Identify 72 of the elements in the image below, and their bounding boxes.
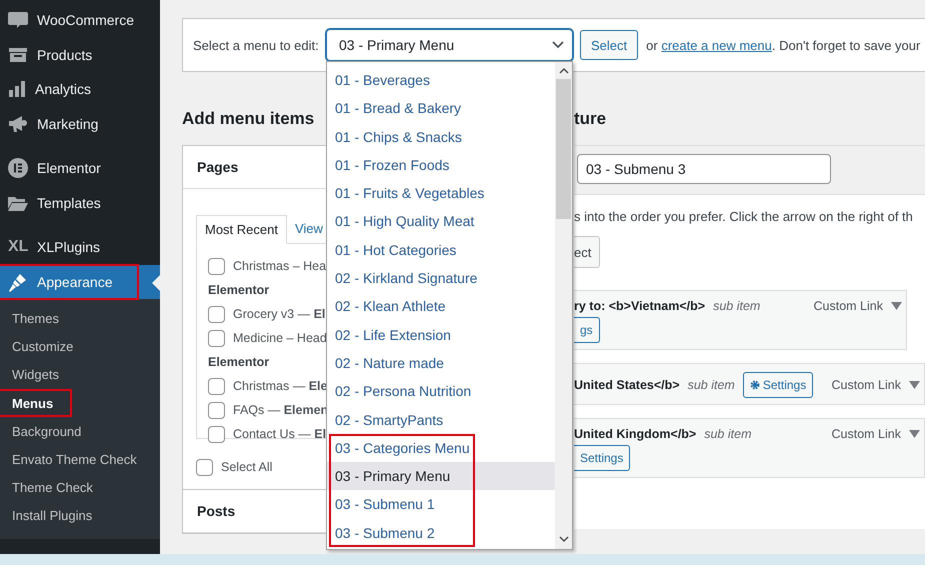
menu-item-title: ry to: <b>Vietnam</b> bbox=[574, 299, 706, 313]
item-type-label: Custom Link bbox=[814, 299, 883, 313]
tab[interactable]: View bbox=[286, 215, 327, 243]
section-heading: Add menu items bbox=[182, 109, 316, 129]
group-heading: Elementor bbox=[208, 282, 270, 299]
dropdown-option[interactable]: 01 - High Quality Meat bbox=[327, 207, 555, 236]
dropdown-option[interactable]: 01 - Hot Categories bbox=[327, 236, 555, 264]
menu-item-title: United Kingdom</b> bbox=[574, 427, 696, 441]
panel-title[interactable]: Pages bbox=[183, 146, 327, 189]
select-all-label: Select All bbox=[221, 460, 272, 474]
submenu-item[interactable]: Widgets bbox=[0, 361, 160, 390]
save-reminder-text: or create a new menu. Don't forget to save your bbox=[646, 38, 920, 52]
sidebar-item[interactable]: Appearance bbox=[0, 264, 160, 299]
menu-item-title: United States</b> bbox=[574, 378, 680, 392]
settings-button[interactable]: Settings bbox=[574, 445, 630, 471]
menu-item-card[interactable]: ry to: <b>Vietnam</b> sub item Custom Link gs bbox=[574, 290, 907, 350]
sidebar-item[interactable]: Templates bbox=[0, 186, 160, 220]
dropdown-option[interactable]: 02 - Persona Nutrition bbox=[327, 377, 555, 406]
item-level-label: sub item bbox=[713, 299, 760, 313]
sidebar-item[interactable]: Elementor bbox=[0, 151, 160, 186]
menu-item-card[interactable]: United States</b> sub item Settings Custom Link bbox=[574, 363, 925, 405]
dropdown-option[interactable]: 02 - SmartyPants bbox=[327, 406, 555, 434]
sidebar-item[interactable]: WooCommerce bbox=[0, 3, 160, 38]
sidebar-item[interactable]: Products bbox=[0, 38, 160, 72]
dropdown-option[interactable]: 01 - Bread & Bakery bbox=[327, 94, 555, 123]
panel-title[interactable]: Posts bbox=[183, 490, 327, 533]
select-button[interactable]: Select bbox=[580, 30, 638, 60]
dropdown-option[interactable]: 02 - Klean Athlete bbox=[327, 292, 555, 321]
submenu-item[interactable]: Menus bbox=[0, 390, 160, 418]
item-level-label: sub item bbox=[688, 378, 735, 392]
submenu-item[interactable]: Envato Theme Check bbox=[0, 446, 160, 474]
dropdown-option[interactable]: 01 - Fruits & Vegetables bbox=[327, 179, 555, 208]
menu-select[interactable]: 03 - Primary Menu bbox=[326, 29, 573, 61]
dropdown-option[interactable]: 01 - Frozen Foods bbox=[327, 150, 555, 180]
submenu-item[interactable]: Install Plugins bbox=[0, 502, 160, 530]
dropdown-option[interactable]: 03 - Submenu 1 bbox=[327, 490, 555, 519]
plugin-initials: XL bbox=[8, 238, 28, 256]
settings-button[interactable]: gs bbox=[574, 317, 600, 343]
dropdown-option[interactable]: 01 - Chips & Snacks bbox=[327, 122, 555, 151]
dropdown-option[interactable]: 02 - Nature made bbox=[327, 348, 555, 378]
dropdown-option[interactable]: 02 - Kirkland Signature bbox=[327, 264, 555, 292]
select-menu-label: Select a menu to edit: bbox=[193, 38, 320, 52]
bulk-select-button[interactable]: ect bbox=[574, 236, 600, 268]
dropdown-option[interactable]: 03 - Categories Menu bbox=[327, 434, 555, 462]
page-label: Christmas — Ele bbox=[233, 379, 327, 393]
page-label: Medicine – Head bbox=[233, 331, 327, 345]
sidebar-item[interactable]: Marketing bbox=[0, 106, 160, 141]
submenu-item[interactable]: Theme Check bbox=[0, 474, 160, 502]
item-type-label: Custom Link bbox=[832, 378, 901, 392]
item-type-label: Custom Link bbox=[832, 427, 901, 441]
dropdown-option[interactable]: 02 - Life Extension bbox=[327, 320, 555, 349]
submenu-item[interactable]: Customize bbox=[0, 333, 160, 362]
page-label: Contact Us — El bbox=[233, 427, 326, 441]
tab[interactable]: Most Recent bbox=[196, 215, 287, 244]
item-level-label: sub item bbox=[704, 427, 752, 441]
dropdown-option[interactable]: 03 - Primary Menu bbox=[327, 462, 555, 490]
menu-item-card[interactable]: United Kingdom</b> sub item Custom Link Settings bbox=[574, 418, 925, 478]
group-heading: Elementor bbox=[208, 354, 270, 371]
sidebar-item[interactable]: XL XLPlugins bbox=[0, 230, 160, 264]
settings-button[interactable]: Settings bbox=[742, 372, 814, 398]
create-menu-link[interactable]: create a new menu bbox=[661, 38, 772, 52]
menu-name-field[interactable]: 03 - Submenu 3 bbox=[577, 154, 831, 184]
dropdown-option[interactable]: 03 - Submenu 2 bbox=[327, 518, 555, 548]
submenu-item[interactable]: Background bbox=[0, 418, 160, 446]
submenu-item[interactable]: Themes bbox=[0, 305, 160, 334]
page-label: FAQs — Elemen bbox=[233, 403, 327, 417]
section-heading: ture bbox=[574, 109, 608, 129]
dropdown-option[interactable]: 01 - Beverages bbox=[327, 66, 555, 94]
page-label: Grocery v3 — El bbox=[233, 307, 326, 321]
sidebar-item[interactable]: Analytics bbox=[0, 72, 160, 106]
page-label: Christmas – Hea bbox=[233, 259, 326, 273]
instructions-text: s into the order you prefer. Click the arrow on the right of th bbox=[574, 209, 914, 224]
